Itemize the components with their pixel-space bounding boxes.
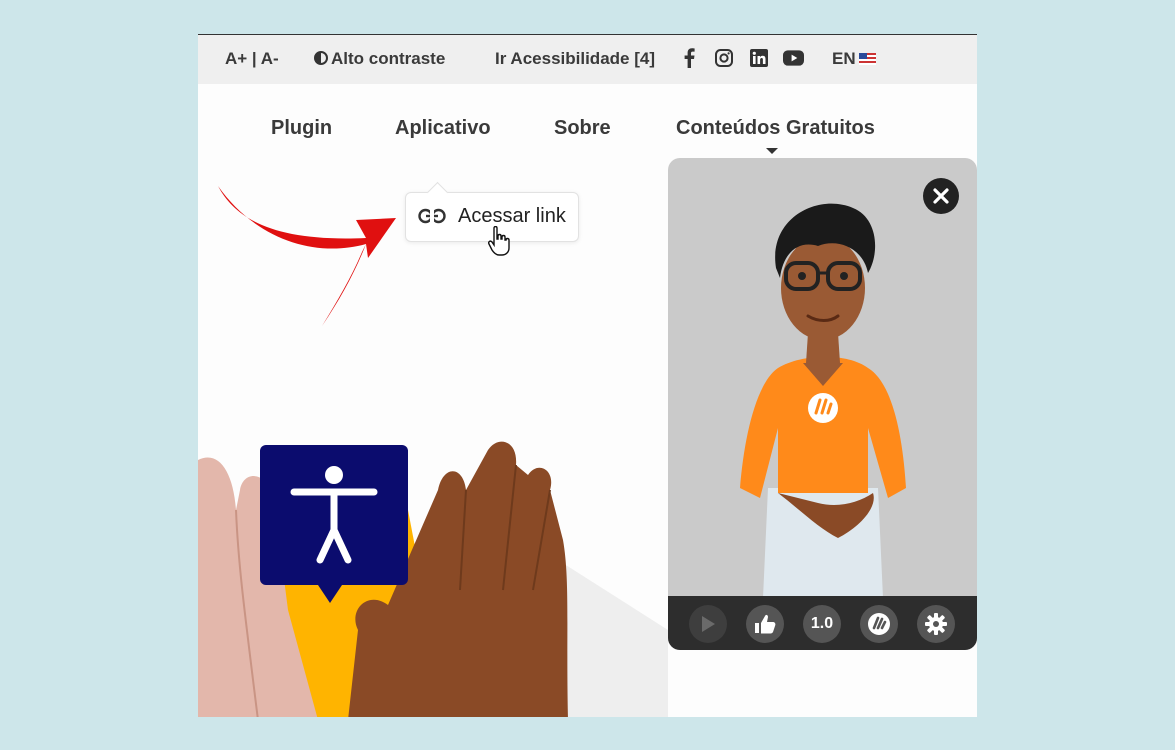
feedback-button[interactable] [746, 605, 784, 643]
hand-logo-icon [868, 613, 890, 635]
website-page: A+ | A- Alto contraste Ir Acessibilidade… [198, 34, 977, 717]
nav-item-sobre[interactable]: Sobre [554, 117, 611, 140]
linkedin-icon[interactable] [748, 47, 769, 68]
thumbs-up-icon [755, 614, 776, 634]
accessibility-bar: A+ | A- Alto contraste Ir Acessibilidade… [198, 35, 977, 84]
avatar-illustration [740, 203, 906, 598]
high-contrast-toggle[interactable]: Alto contraste [314, 49, 445, 69]
player-controls: 1.0 [668, 596, 977, 650]
close-player-button[interactable] [923, 178, 959, 214]
speed-button[interactable]: 1.0 [803, 605, 841, 643]
dropdown-caret-icon [766, 148, 778, 154]
nav-item-conteudos-gratuitos[interactable]: Conteúdos Gratuitos [676, 117, 875, 140]
sign-language-player [668, 158, 977, 650]
instagram-icon[interactable] [713, 47, 734, 68]
access-link-tooltip[interactable]: Acessar link [405, 192, 579, 256]
link-icon [418, 208, 446, 224]
go-accessibility-link[interactable]: Ir Acessibilidade [4] [495, 49, 655, 69]
language-selector[interactable]: EN [832, 49, 876, 69]
nav-item-aplicativo[interactable]: Aplicativo [395, 117, 491, 140]
access-link-label: Acessar link [458, 205, 566, 227]
red-arrow-icon [218, 186, 396, 326]
close-icon [933, 188, 949, 204]
high-contrast-label: Alto contraste [331, 49, 446, 68]
language-label: EN [832, 49, 856, 68]
font-size-toggle[interactable]: A+ | A- [225, 49, 279, 69]
hand-logo-button[interactable] [860, 605, 898, 643]
hero-illustration [198, 441, 668, 717]
play-button[interactable] [689, 605, 727, 643]
youtube-icon[interactable] [783, 47, 804, 68]
speed-label: 1.0 [810, 615, 834, 632]
gear-icon [925, 613, 947, 635]
nav-item-plugin[interactable]: Plugin [271, 117, 332, 140]
play-icon [702, 616, 715, 632]
us-flag-icon [858, 53, 876, 65]
settings-button[interactable] [917, 605, 955, 643]
social-links [678, 47, 804, 68]
contrast-icon [314, 51, 328, 65]
pointer-cursor-icon [488, 226, 510, 256]
facebook-icon[interactable] [678, 47, 699, 68]
